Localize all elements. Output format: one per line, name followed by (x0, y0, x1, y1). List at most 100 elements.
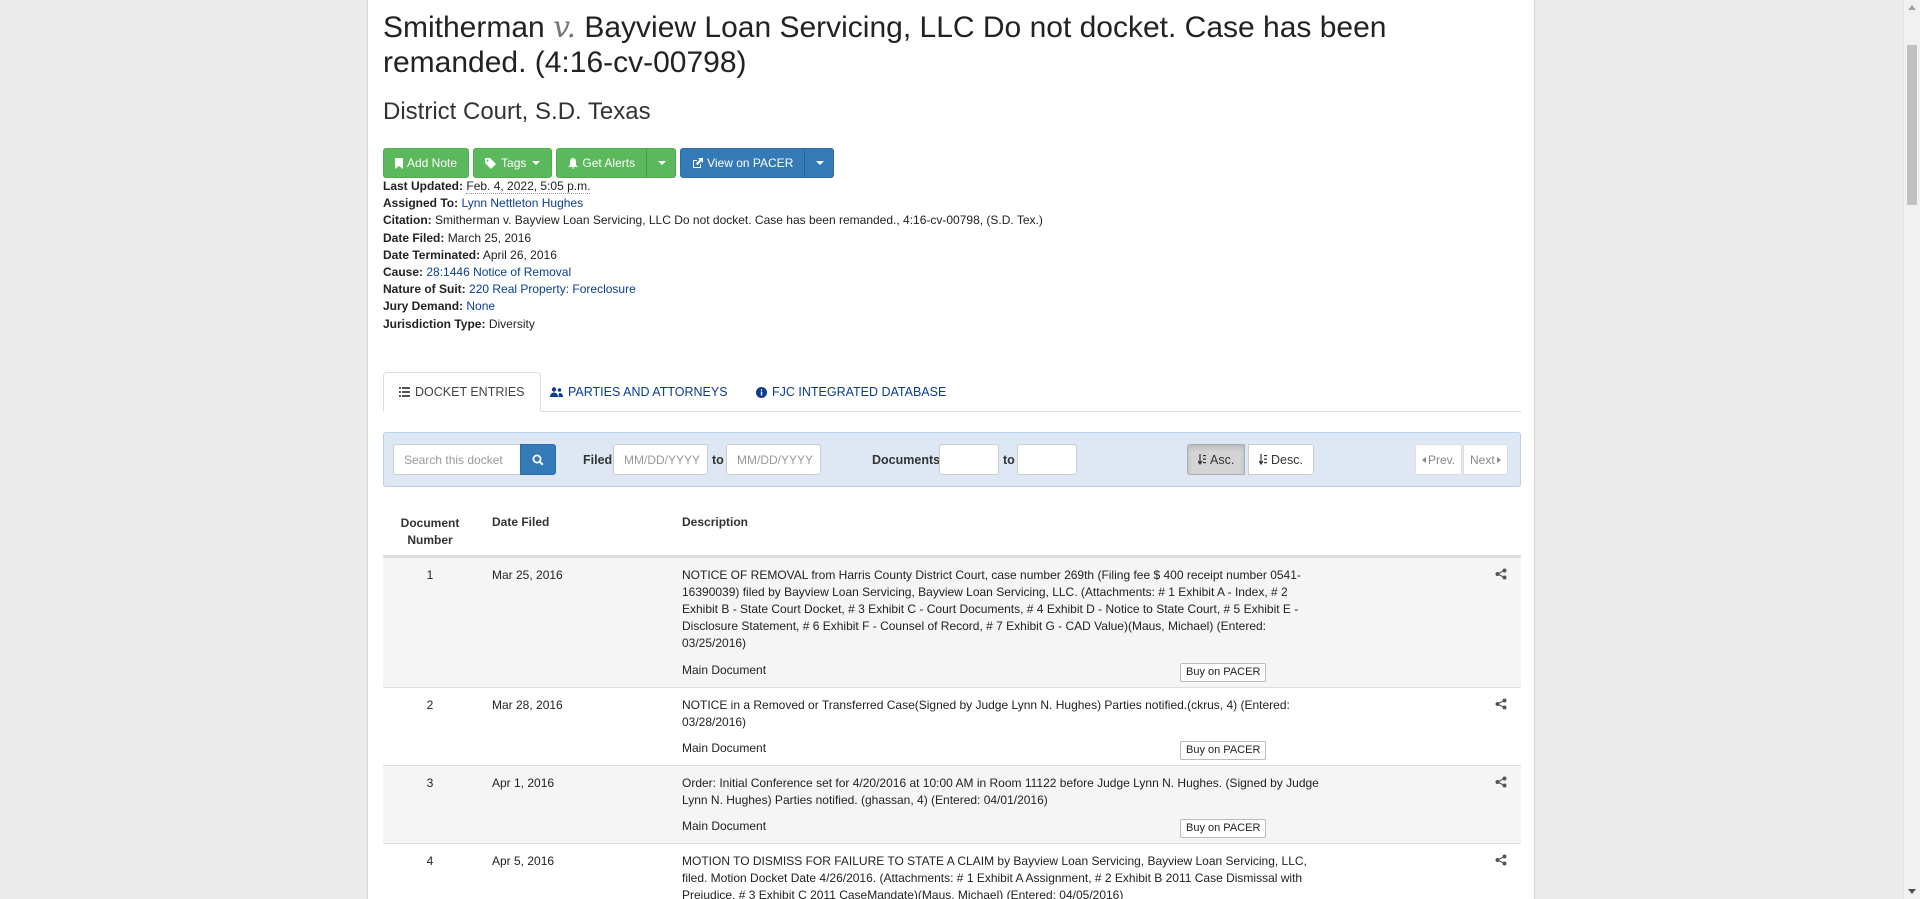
jury-demand-link[interactable]: None (466, 299, 495, 313)
search-placeholder: Search this docket (404, 452, 503, 467)
meta-value: Diversity (488, 316, 535, 331)
sort-desc-icon (1259, 454, 1267, 465)
scroll-up-arrow-icon[interactable] (1908, 5, 1916, 10)
page-title: Smitherman v. Bayview Loan Servicing, LL… (383, 10, 1483, 80)
alerts-dropdown-toggle[interactable] (646, 148, 677, 178)
pacer-dropdown-toggle[interactable] (804, 148, 835, 178)
action-toolbar: Add Note Tags Get Alerts View on PACER (383, 148, 838, 178)
sort-asc-icon (1198, 454, 1206, 465)
to-label: to (1003, 452, 1015, 467)
sort-desc-label: Desc. (1271, 452, 1303, 467)
share-icon[interactable] (1495, 854, 1507, 866)
buy-on-pacer-button[interactable]: Buy on PACER (1180, 741, 1267, 760)
get-alerts-button[interactable]: Get Alerts (556, 148, 648, 178)
row-description: MOTION TO DISMISS FOR FAILURE TO STATE A… (682, 854, 1307, 899)
cause-link[interactable]: 28:1446 Notice of Removal (426, 265, 571, 279)
share-icon[interactable] (1495, 568, 1507, 580)
docket-row: 2 Mar 28, 2016 NOTICE in a Removed or Tr… (383, 687, 1521, 765)
meta-value: Smitherman v. Bayview Loan Servicing, LL… (435, 213, 1043, 228)
meta-label: Jury Demand: (383, 299, 464, 314)
bell-icon (568, 157, 579, 169)
view-on-pacer-button[interactable]: View on PACER (680, 148, 806, 178)
meta-label: Last Updated: (383, 179, 464, 193)
chevron-right-icon (1496, 456, 1501, 463)
tab-docket-entries[interactable]: DOCKET ENTRIES (383, 372, 541, 412)
share-icon[interactable] (1495, 776, 1507, 788)
case-metadata: Last Updated: Feb. 4, 2022, 5:05 p.m. As… (383, 178, 1043, 333)
court-name: District Court, S.D. Texas (383, 98, 651, 125)
meta-last-updated: Last Updated: Feb. 4, 2022, 5:05 p.m. (383, 178, 1043, 195)
column-date-filed: Date Filed (492, 515, 550, 529)
prev-page-button[interactable]: Prev. (1415, 444, 1463, 475)
row-date: Mar 25, 2016 (492, 568, 563, 582)
meta-label: Cause: (383, 265, 424, 280)
title-plaintiff: Smitherman (383, 11, 545, 44)
meta-label: Citation: (383, 213, 432, 228)
main-document-label: Main Document (682, 663, 767, 677)
prev-label: Prev. (1428, 452, 1456, 467)
row-date: Apr 5, 2016 (492, 854, 555, 868)
row-number: 1 (426, 568, 434, 582)
next-page-button[interactable]: Next (1463, 444, 1508, 475)
filed-label: Filed (583, 452, 613, 467)
scroll-down-arrow-icon[interactable] (1908, 889, 1916, 894)
meta-value: April 26, 2016 (482, 247, 557, 262)
main-document-label: Main Document (682, 819, 767, 833)
buy-on-pacer-button[interactable]: Buy on PACER (1180, 663, 1267, 682)
document-from-input[interactable] (939, 444, 999, 475)
row-number: 4 (426, 854, 434, 868)
external-link-icon (693, 157, 704, 168)
meta-label: Jurisdiction Type: (383, 316, 486, 331)
date-placeholder: MM/DD/YYYY (624, 452, 701, 467)
document-to-input[interactable] (1017, 444, 1077, 475)
docket-search-input[interactable]: Search this docket (393, 444, 521, 475)
main-content: Smitherman v. Bayview Loan Servicing, LL… (367, 0, 1535, 899)
meta-jurisdiction: Jurisdiction Type: Diversity (383, 316, 1043, 333)
page-scrollbar[interactable] (1903, 0, 1920, 899)
docket-filter-bar: Search this docket Filed MM/DD/YYYY to M… (383, 432, 1521, 487)
docket-row: 3 Apr 1, 2016 Order: Initial Conference … (383, 765, 1521, 843)
share-icon[interactable] (1495, 698, 1507, 710)
meta-label: Date Filed: (383, 230, 445, 245)
nature-of-suit-link[interactable]: 220 Real Property: Foreclosure (469, 282, 636, 296)
row-number: 2 (426, 698, 434, 712)
add-note-button[interactable]: Add Note (383, 148, 470, 178)
date-placeholder: MM/DD/YYYY (737, 452, 814, 467)
sort-desc-button[interactable]: Desc. (1248, 444, 1314, 475)
scrollbar-thumb[interactable] (1907, 45, 1917, 205)
row-description: NOTICE in a Removed or Transferred Case(… (682, 698, 1290, 729)
tags-button[interactable]: Tags (473, 148, 553, 178)
filed-before-input[interactable]: MM/DD/YYYY (726, 444, 821, 475)
meta-date-filed: Date Filed: March 25, 2016 (383, 230, 1043, 247)
tab-label: DOCKET ENTRIES (415, 385, 525, 399)
meta-value: Feb. 4, 2022, 5:05 p.m. (466, 179, 591, 194)
judge-link[interactable]: Lynn Nettleton Hughes (461, 196, 583, 210)
tab-parties-and-attorneys[interactable]: PARTIES AND ATTORNEYS (535, 372, 743, 412)
meta-assigned-to: Assigned To: Lynn Nettleton Hughes (383, 195, 1043, 212)
meta-nature-of-suit: Nature of Suit: 220 Real Property: Forec… (383, 281, 1043, 298)
chevron-down-icon (532, 161, 541, 165)
meta-label: Assigned To: (383, 196, 459, 211)
row-description: Order: Initial Conference set for 4/20/2… (682, 776, 1319, 807)
meta-jury-demand: Jury Demand: None (383, 298, 1043, 315)
tab-fjc-integrated-database[interactable]: FJC INTEGRATED DATABASE (741, 372, 961, 412)
chevron-down-icon (816, 161, 825, 165)
title-versus: v. (553, 10, 576, 45)
sort-asc-button[interactable]: Asc. (1187, 444, 1246, 475)
meta-label: Date Terminated: (383, 247, 481, 262)
users-icon (550, 387, 563, 397)
docket-row: 4 Apr 5, 2016 MOTION TO DISMISS FOR FAIL… (383, 843, 1521, 899)
meta-label: Nature of Suit: (383, 282, 466, 297)
row-number: 3 (426, 776, 434, 790)
row-date: Apr 1, 2016 (492, 776, 555, 790)
filed-after-input[interactable]: MM/DD/YYYY (613, 444, 708, 475)
tab-label: FJC INTEGRATED DATABASE (772, 385, 947, 399)
search-button[interactable] (520, 444, 556, 475)
meta-value: March 25, 2016 (447, 230, 532, 245)
tag-icon (485, 157, 497, 169)
buy-on-pacer-button[interactable]: Buy on PACER (1180, 819, 1267, 838)
next-label: Next (1470, 452, 1495, 467)
documents-label: Documents (872, 452, 941, 467)
meta-cause: Cause: 28:1446 Notice of Removal (383, 264, 1043, 281)
docket-row: 1 Mar 25, 2016 NOTICE OF REMOVAL from Ha… (383, 557, 1521, 687)
